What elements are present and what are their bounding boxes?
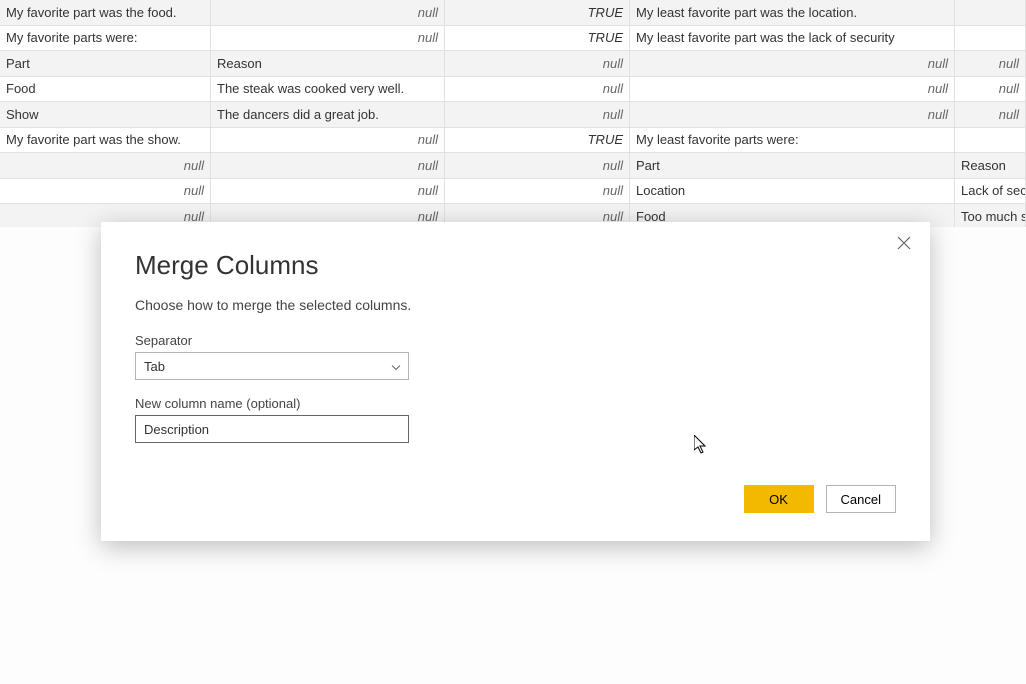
table-cell[interactable]: Reason (211, 51, 445, 76)
table-cell[interactable]: TRUE (445, 128, 630, 153)
table-cell[interactable]: null (955, 51, 1026, 76)
close-button[interactable] (892, 232, 916, 256)
table-cell[interactable]: Location (630, 179, 955, 204)
data-grid[interactable]: My favorite part was the food.nullTRUEMy… (0, 0, 1026, 255)
table-cell[interactable]: My least favorite parts were: (630, 128, 955, 153)
table-cell[interactable]: Show (0, 102, 211, 127)
table-cell[interactable]: null (211, 0, 445, 25)
table-cell[interactable]: TRUE (445, 0, 630, 25)
table-cell[interactable]: My favorite part was the show. (0, 128, 211, 153)
table-row[interactable]: PartReasonnullnullnull (0, 51, 1026, 77)
table-row[interactable]: My favorite part was the show.nullTRUEMy… (0, 128, 1026, 154)
table-cell[interactable] (955, 26, 1026, 51)
table-cell[interactable]: My favorite parts were: (0, 26, 211, 51)
table-cell[interactable]: null (445, 153, 630, 178)
table-cell[interactable]: null (445, 77, 630, 102)
table-cell[interactable]: Food (0, 77, 211, 102)
table-row[interactable]: ShowThe dancers did a great job.nullnull… (0, 102, 1026, 128)
table-cell[interactable]: null (0, 179, 211, 204)
ok-button[interactable]: OK (744, 485, 814, 513)
table-cell[interactable]: Part (630, 153, 955, 178)
table-cell[interactable]: null (211, 153, 445, 178)
table-cell[interactable]: Reason (955, 153, 1026, 178)
cancel-button[interactable]: Cancel (826, 485, 896, 513)
column-name-input[interactable] (135, 415, 409, 443)
table-cell[interactable]: The steak was cooked very well. (211, 77, 445, 102)
table-row[interactable]: FoodThe steak was cooked very well.nulln… (0, 77, 1026, 103)
table-cell[interactable]: null (630, 102, 955, 127)
table-cell[interactable]: null (445, 51, 630, 76)
table-row[interactable]: My favorite part was the food.nullTRUEMy… (0, 0, 1026, 26)
dialog-title: Merge Columns (135, 250, 896, 281)
column-name-label: New column name (optional) (135, 396, 896, 411)
merge-columns-dialog: Merge Columns Choose how to merge the se… (101, 222, 930, 541)
table-cell[interactable] (955, 128, 1026, 153)
table-cell[interactable]: My least favorite part was the lack of s… (630, 26, 955, 51)
table-cell[interactable]: null (955, 77, 1026, 102)
table-cell[interactable]: Lack of security (955, 179, 1026, 204)
table-cell[interactable]: The dancers did a great job. (211, 102, 445, 127)
table-cell[interactable]: My least favorite part was the location. (630, 0, 955, 25)
table-cell[interactable]: null (0, 153, 211, 178)
table-cell[interactable]: My favorite part was the food. (0, 0, 211, 25)
table-cell[interactable]: null (630, 77, 955, 102)
separator-value: Tab (144, 359, 165, 374)
table-cell[interactable]: null (445, 102, 630, 127)
table-cell[interactable]: null (211, 128, 445, 153)
table-cell[interactable]: Too much salt (955, 204, 1026, 229)
table-row[interactable]: My favorite parts were:nullTRUEMy least … (0, 26, 1026, 52)
table-row[interactable]: nullnullnullPartReason (0, 153, 1026, 179)
table-cell[interactable] (955, 0, 1026, 25)
table-cell[interactable]: null (211, 26, 445, 51)
separator-select[interactable]: Tab (135, 352, 409, 380)
separator-label: Separator (135, 333, 896, 348)
table-cell[interactable]: null (955, 102, 1026, 127)
close-icon (897, 234, 911, 254)
table-row[interactable]: nullnullnullLocationLack of security (0, 179, 1026, 205)
table-cell[interactable]: null (211, 179, 445, 204)
table-cell[interactable]: TRUE (445, 26, 630, 51)
table-cell[interactable]: null (445, 179, 630, 204)
table-cell[interactable]: Part (0, 51, 211, 76)
table-cell[interactable]: null (630, 51, 955, 76)
dialog-subtitle: Choose how to merge the selected columns… (135, 297, 896, 313)
